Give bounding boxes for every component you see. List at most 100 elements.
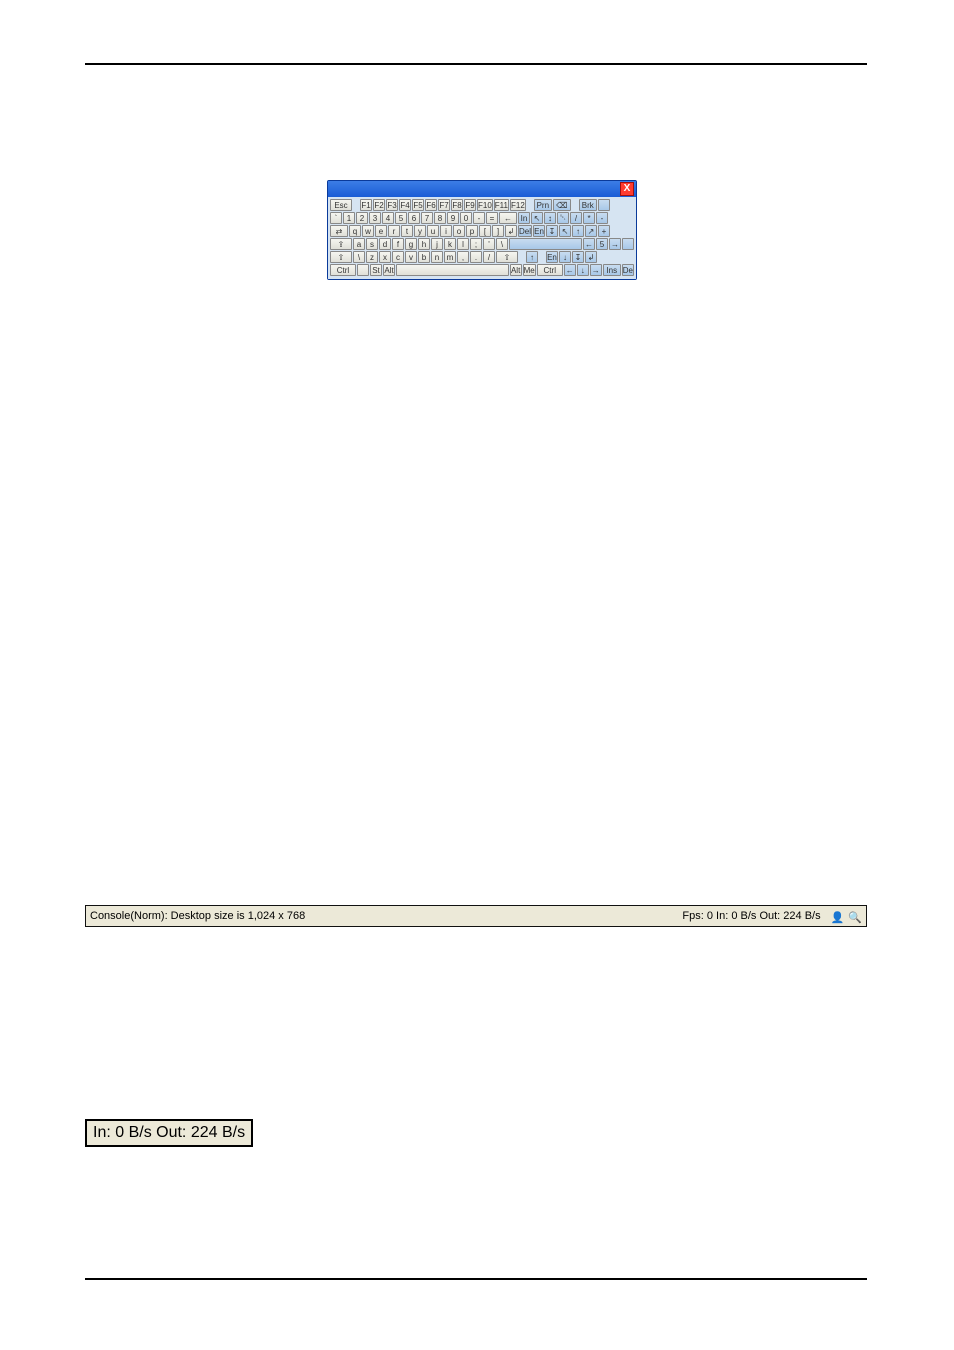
key-u[interactable]: u	[427, 225, 439, 237]
key-pgdn[interactable]: ↧	[546, 225, 558, 237]
key-d[interactable]: d	[379, 238, 391, 250]
key-uparrow[interactable]: ↑	[526, 251, 538, 263]
key-v[interactable]: v	[405, 251, 417, 263]
key-x[interactable]: x	[379, 251, 391, 263]
key-f[interactable]: f	[392, 238, 404, 250]
key-f6[interactable]: F6	[425, 199, 437, 211]
key-rctrl[interactable]: Ctrl	[537, 264, 563, 276]
key-enter-top[interactable]: ↲	[505, 225, 517, 237]
key-i[interactable]: i	[440, 225, 452, 237]
key-3[interactable]: 3	[369, 212, 381, 224]
key-lctrl[interactable]: Ctrl	[330, 264, 356, 276]
key-numdiv[interactable]: /	[570, 212, 582, 224]
key-lshift[interactable]: ⇧	[330, 251, 352, 263]
key-m[interactable]: m	[444, 251, 456, 263]
key-del[interactable]: De	[622, 264, 634, 276]
key-numminus[interactable]: -	[596, 212, 608, 224]
key-num8[interactable]: ↑	[572, 225, 584, 237]
key-backslash[interactable]: \	[353, 251, 365, 263]
key-f9[interactable]: F9	[464, 199, 476, 211]
key-num7[interactable]: ↖	[559, 225, 571, 237]
key-l[interactable]: l	[457, 238, 469, 250]
key-num3[interactable]: ↧	[572, 251, 584, 263]
key-ins[interactable]: Ins	[603, 264, 621, 276]
key-y[interactable]: y	[414, 225, 426, 237]
key-rightarrow[interactable]: →	[590, 264, 602, 276]
key-f7[interactable]: F7	[438, 199, 450, 211]
key-t[interactable]: t	[401, 225, 413, 237]
key-1[interactable]: 1	[343, 212, 355, 224]
key-comma[interactable]: ,	[457, 251, 469, 263]
key-f10[interactable]: F10	[477, 199, 493, 211]
key-menu[interactable]: Me	[523, 264, 536, 276]
key-z[interactable]: z	[366, 251, 378, 263]
key-8[interactable]: 8	[434, 212, 446, 224]
key-quote[interactable]: '	[483, 238, 495, 250]
key-6[interactable]: 6	[408, 212, 420, 224]
key-num5[interactable]: 5	[596, 238, 608, 250]
key-q[interactable]: q	[349, 225, 361, 237]
key-num6[interactable]: →	[609, 238, 621, 250]
key-semicolon[interactable]: ;	[470, 238, 482, 250]
key-w[interactable]: w	[362, 225, 374, 237]
key-insert[interactable]: In	[518, 212, 530, 224]
key-num-blank-r3[interactable]	[622, 238, 634, 250]
key-ralt[interactable]: Alt	[510, 264, 522, 276]
key-2[interactable]: 2	[356, 212, 368, 224]
key-rbracket[interactable]: ]	[492, 225, 504, 237]
key-s[interactable]: s	[366, 238, 378, 250]
key-blank-tr[interactable]	[598, 199, 610, 211]
key-esc[interactable]: Esc	[330, 199, 352, 211]
key-rshift[interactable]: ⇧	[496, 251, 518, 263]
key-lalt[interactable]: Alt	[383, 264, 395, 276]
key-r[interactable]: r	[388, 225, 400, 237]
key-e[interactable]: e	[375, 225, 387, 237]
key-a[interactable]: a	[353, 238, 365, 250]
key-brk[interactable]: Brk	[579, 199, 597, 211]
key-spacebar[interactable]	[396, 264, 509, 276]
key-scrolllock[interactable]: ⌫	[553, 199, 571, 211]
key-num9[interactable]: ↗	[585, 225, 597, 237]
key-downarrow[interactable]: ↓	[577, 264, 589, 276]
key-period[interactable]: .	[470, 251, 482, 263]
key-slash[interactable]: /	[483, 251, 495, 263]
key-4[interactable]: 4	[382, 212, 394, 224]
key-num2[interactable]: ↓	[559, 251, 571, 263]
key-5[interactable]: 5	[395, 212, 407, 224]
key-f12[interactable]: F12	[510, 199, 526, 211]
key-f8[interactable]: F8	[451, 199, 463, 211]
close-icon[interactable]: X	[620, 182, 634, 196]
key-numlock[interactable]: ␡	[557, 212, 569, 224]
key-numplus[interactable]: +	[598, 225, 610, 237]
key-win[interactable]	[357, 264, 369, 276]
key-p[interactable]: p	[466, 225, 478, 237]
key-num1[interactable]: En	[546, 251, 558, 263]
key-n[interactable]: n	[431, 251, 443, 263]
key-f11[interactable]: F11	[494, 199, 509, 211]
key-backtick[interactable]: `	[330, 212, 342, 224]
key-equals[interactable]: =	[486, 212, 498, 224]
key-k[interactable]: k	[444, 238, 456, 250]
key-minus[interactable]: -	[473, 212, 485, 224]
key-0[interactable]: 0	[460, 212, 472, 224]
key-f4[interactable]: F4	[399, 199, 411, 211]
osk-titlebar[interactable]: X	[328, 181, 636, 197]
key-lbracket[interactable]: [	[479, 225, 491, 237]
key-home[interactable]: ↖	[531, 212, 543, 224]
key-tab[interactable]: ⇄	[330, 225, 348, 237]
key-g[interactable]: g	[405, 238, 417, 250]
key-7[interactable]: 7	[421, 212, 433, 224]
key-leftarrow[interactable]: ←	[564, 264, 576, 276]
key-f1[interactable]: F1	[360, 199, 372, 211]
key-o[interactable]: o	[453, 225, 465, 237]
key-9[interactable]: 9	[447, 212, 459, 224]
key-start[interactable]: St	[370, 264, 382, 276]
key-pgup[interactable]: ↕	[544, 212, 556, 224]
key-num4[interactable]: ←	[583, 238, 595, 250]
key-backslash-mid[interactable]: \	[496, 238, 508, 250]
key-b[interactable]: b	[418, 251, 430, 263]
key-f3[interactable]: F3	[386, 199, 398, 211]
key-numenter[interactable]: ↲	[585, 251, 597, 263]
key-j[interactable]: j	[431, 238, 443, 250]
key-c[interactable]: c	[392, 251, 404, 263]
